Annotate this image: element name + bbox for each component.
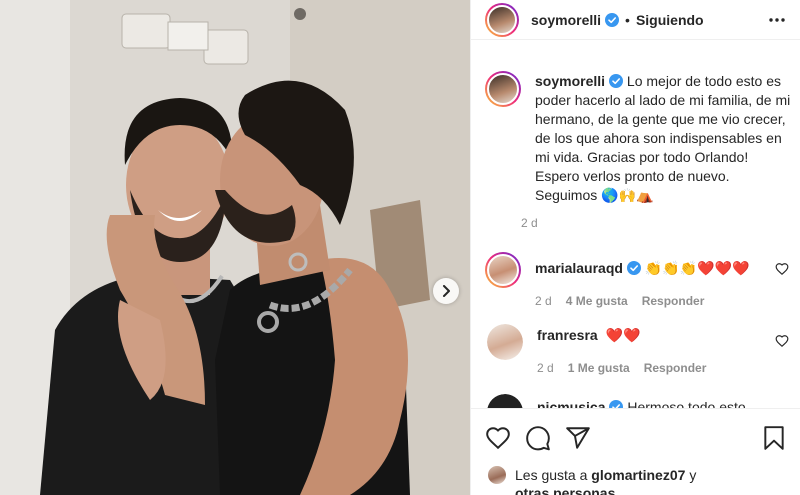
comment-reply-button[interactable]: Responder: [644, 359, 707, 378]
more-horizontal-icon: [769, 18, 785, 22]
following-button[interactable]: Siguiendo: [636, 12, 704, 28]
comment-meta: 2 d 1 Me gusta Responder: [537, 359, 706, 378]
comment-likes-count[interactable]: 1 Me gusta: [568, 359, 630, 378]
chevron-right-icon: [443, 285, 450, 297]
likes-summary: Les gusta a glomartinez07 y otras person…: [487, 465, 787, 495]
post-side-panel: soymorelli • Siguiendo soymorelli Lo mej…: [470, 0, 800, 495]
likes-prefix: Les gusta a: [515, 467, 588, 483]
commenter-avatar[interactable]: [485, 252, 521, 288]
author-username[interactable]: soymorelli: [531, 12, 601, 28]
caption-timestamp[interactable]: 2 d: [521, 216, 538, 230]
comment-username[interactable]: nicmusica: [537, 399, 605, 408]
comment-username[interactable]: marialauraqd: [535, 260, 623, 276]
action-bar: [471, 408, 800, 466]
verified-badge-icon: [609, 400, 624, 408]
post-photo[interactable]: [0, 0, 470, 495]
liker-avatar[interactable]: [487, 465, 507, 485]
carousel-next-button[interactable]: [433, 278, 459, 304]
comment-like-heart-icon[interactable]: [775, 262, 789, 276]
likes-others-link[interactable]: otras personas: [515, 485, 615, 495]
commenter-avatar[interactable]: [487, 324, 523, 360]
more-options-button[interactable]: [767, 10, 787, 30]
comment-item: marialauraqd 👏👏👏❤️❤️❤️ 2 d 4 Me gusta Re…: [485, 252, 791, 311]
comment-text: ❤️❤️: [605, 327, 641, 343]
save-bookmark-icon[interactable]: [761, 425, 787, 451]
comment-bubble-icon[interactable]: [525, 425, 551, 451]
caption-text-block: soymorelli Lo mejor de todo esto es pode…: [535, 72, 791, 205]
likes-text: Les gusta a glomartinez07 y otras person…: [515, 466, 696, 495]
caption-username[interactable]: soymorelli: [535, 73, 605, 89]
comments-list[interactable]: soymorelli Lo mejor de todo esto es pode…: [471, 56, 800, 408]
verified-badge-icon: [605, 12, 620, 27]
liker-username[interactable]: glomartinez07: [591, 467, 685, 483]
post-image: [0, 0, 470, 495]
verified-badge-icon: [626, 261, 641, 275]
comment-body: nicmusica Hermoso todo esto: [537, 394, 746, 408]
comment-likes-count[interactable]: 4 Me gusta: [566, 292, 628, 311]
commenter-avatar[interactable]: [487, 394, 523, 408]
likes-and: y: [689, 467, 697, 483]
comment-text: 👏👏👏❤️❤️❤️: [644, 260, 750, 276]
comment-meta: 2 d 4 Me gusta Responder: [535, 292, 749, 311]
like-heart-icon[interactable]: [485, 425, 511, 451]
instagram-post: soymorelli • Siguiendo soymorelli Lo mej…: [0, 0, 800, 495]
comment-body: franresra ❤️❤️ 2 d 1 Me gusta Responder: [537, 324, 706, 378]
author-avatar[interactable]: [485, 2, 519, 37]
post-header: soymorelli • Siguiendo: [471, 0, 800, 40]
verified-badge-icon: [609, 74, 624, 88]
comment-timestamp[interactable]: 2 d: [537, 359, 554, 378]
comment-timestamp[interactable]: 2 d: [535, 292, 552, 311]
comment-like-heart-icon[interactable]: [775, 334, 789, 348]
caption-text: Lo mejor de todo esto es poder hacerlo a…: [535, 73, 791, 203]
comment-username[interactable]: franresra: [537, 327, 598, 343]
caption-author-avatar[interactable]: [485, 71, 521, 107]
header-separator: •: [625, 11, 630, 28]
comment-reply-button[interactable]: Responder: [642, 292, 705, 311]
comment-item: franresra ❤️❤️ 2 d 1 Me gusta Responder: [485, 324, 791, 378]
comment-body: marialauraqd 👏👏👏❤️❤️❤️ 2 d 4 Me gusta Re…: [535, 252, 749, 311]
comment-item: nicmusica Hermoso todo esto: [485, 394, 791, 408]
comment-text: Hermoso todo esto: [627, 399, 746, 408]
share-send-icon[interactable]: [565, 425, 591, 451]
post-caption: soymorelli Lo mejor de todo esto es pode…: [485, 71, 791, 230]
